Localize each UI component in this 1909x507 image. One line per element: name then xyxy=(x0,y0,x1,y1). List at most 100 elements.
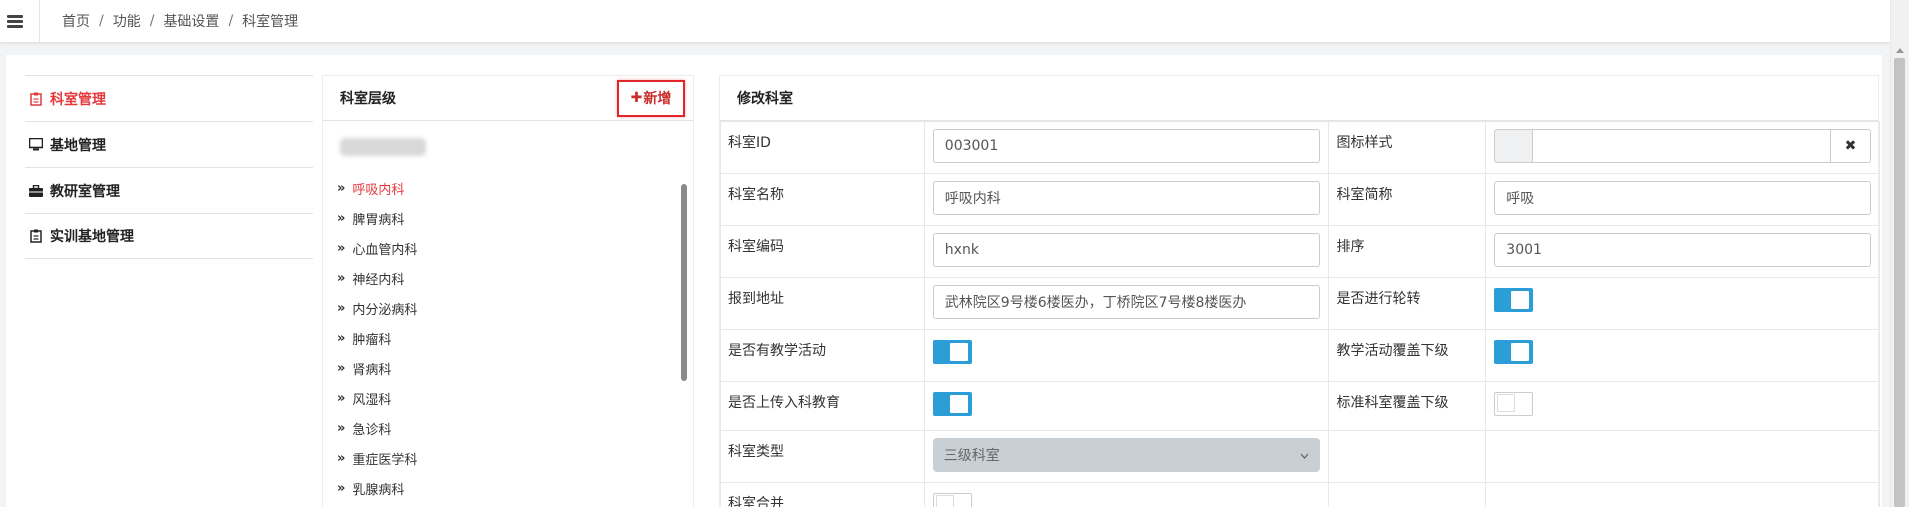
briefcase-icon xyxy=(29,184,43,198)
dept-name-input[interactable]: 呼吸内科 xyxy=(932,181,1321,215)
plus-icon: ✚ xyxy=(630,90,643,106)
teaching-cover-label: 教学活动覆盖下级 xyxy=(1328,329,1487,382)
top-bar: 首页 / 功能 / 基础设置 / 科室管理 xyxy=(0,0,1890,43)
breadcrumb-current: 科室管理 xyxy=(242,14,299,30)
nav-item-teaching-office[interactable]: 教研室管理 xyxy=(25,167,313,213)
std-cover-label: 标准科室覆盖下级 xyxy=(1328,381,1487,431)
double-chevron-icon: » xyxy=(337,360,346,376)
add-button-label: 新增 xyxy=(643,91,672,107)
rotation-label: 是否进行轮转 xyxy=(1328,277,1487,330)
dept-tree-panel: 科室层级 ✚ 新增 » 呼吸内科 » 脾胃病科 » 心血管内科 » 神经内科 » 内分泌病… xyxy=(322,75,694,507)
double-chevron-icon: » xyxy=(337,450,346,466)
add-button[interactable]: ✚ 新增 xyxy=(617,79,685,117)
monitor-icon xyxy=(29,138,43,152)
clear-icon-button[interactable]: ✖ xyxy=(1831,129,1871,163)
sort-label: 排序 xyxy=(1328,225,1487,278)
main-panel: 科室管理 基地管理 教研室管理 实训基地管理 科室层级 ✚ 新增 » 呼吸内科 … xyxy=(6,55,1882,507)
page-scrollbar[interactable] xyxy=(1890,0,1909,507)
menu-icon[interactable] xyxy=(7,14,23,28)
tree-item[interactable]: » 呼吸内科 xyxy=(337,173,417,203)
icon-style-picker: ✖ xyxy=(1494,129,1871,163)
breadcrumb: 首页 / 功能 / 基础设置 / 科室管理 xyxy=(39,0,298,43)
breadcrumb-home[interactable]: 首页 xyxy=(62,11,90,31)
double-chevron-icon: » xyxy=(337,180,346,196)
empty-cell xyxy=(1485,430,1880,483)
breadcrumb-basic-settings[interactable]: 基础设置 xyxy=(163,11,219,31)
tree-item[interactable]: » 肿瘤科 xyxy=(337,323,417,353)
empty-cell xyxy=(1328,430,1487,483)
tree-item[interactable]: » 肾病科 xyxy=(337,353,417,383)
tree-item[interactable]: » 神经内科 xyxy=(337,263,417,293)
nav-item-label: 实训基地管理 xyxy=(50,229,134,245)
merge-label: 科室合并 xyxy=(720,482,925,507)
breadcrumb-function[interactable]: 功能 xyxy=(113,11,141,31)
tree-list: » 呼吸内科 » 脾胃病科 » 心血管内科 » 神经内科 » 内分泌病科 » 肿瘤科 » 肾病… xyxy=(337,173,417,503)
tree-root-node[interactable] xyxy=(340,138,426,156)
dept-code-label: 科室编码 xyxy=(720,225,925,278)
nav-item-label: 教研室管理 xyxy=(50,183,120,200)
tree-item-label: 风湿科 xyxy=(352,392,392,408)
tree-item[interactable]: » 急诊科 xyxy=(337,413,417,443)
chevron-down-icon xyxy=(1300,447,1309,463)
double-chevron-icon: » xyxy=(337,330,346,346)
tree-item[interactable]: » 重症医学科 xyxy=(337,443,417,473)
dept-id-input[interactable]: 003001 xyxy=(932,129,1321,163)
merge-toggle[interactable] xyxy=(932,493,972,507)
left-nav: 科室管理 基地管理 教研室管理 实训基地管理 xyxy=(25,75,313,259)
dept-type-select[interactable]: 三级科室 xyxy=(932,438,1321,472)
dept-id-label: 科室ID xyxy=(720,121,925,174)
icon-preview[interactable] xyxy=(1494,129,1533,163)
tree-title: 科室层级 xyxy=(340,91,396,107)
breadcrumb-separator: / xyxy=(228,13,234,29)
address-input[interactable]: 武林院区9号楼6楼医办，丁桥院区7号楼8楼医办 xyxy=(932,285,1321,319)
clipboard-icon xyxy=(29,229,43,243)
tree-item[interactable]: » 内分泌病科 xyxy=(337,293,417,323)
double-chevron-icon: » xyxy=(337,480,346,496)
nav-item-label: 基地管理 xyxy=(50,137,106,154)
double-chevron-icon: » xyxy=(337,420,346,436)
upload-label: 是否上传入科教育 xyxy=(720,381,925,431)
upload-toggle[interactable] xyxy=(932,392,972,416)
breadcrumb-separator: / xyxy=(149,13,155,29)
clipboard-icon xyxy=(29,92,43,106)
dept-type-value: 三级科室 xyxy=(943,448,1000,464)
nav-item-base-management[interactable]: 基地管理 xyxy=(25,121,313,167)
tree-item[interactable]: » 风湿科 xyxy=(337,383,417,413)
rotation-toggle[interactable] xyxy=(1494,288,1534,312)
teaching-label: 是否有教学活动 xyxy=(720,329,925,382)
nav-item-label: 科室管理 xyxy=(50,91,106,108)
std-cover-toggle[interactable] xyxy=(1494,392,1534,416)
double-chevron-icon: » xyxy=(337,210,346,226)
tree-item-label: 肿瘤科 xyxy=(352,332,392,348)
teaching-cover-toggle[interactable] xyxy=(1494,340,1534,364)
dept-name-label: 科室名称 xyxy=(720,173,925,226)
tree-item[interactable]: » 脾胃病科 xyxy=(337,203,417,233)
nav-item-dept-management[interactable]: 科室管理 xyxy=(25,75,313,121)
tree-header: 科室层级 ✚ 新增 xyxy=(323,76,693,121)
tree-item-label: 内分泌病科 xyxy=(352,302,418,318)
teaching-toggle[interactable] xyxy=(932,340,972,364)
dept-short-input[interactable]: 呼吸 xyxy=(1494,181,1871,215)
double-chevron-icon: » xyxy=(337,240,346,256)
empty-cell xyxy=(1485,482,1880,507)
double-chevron-icon: » xyxy=(337,300,346,316)
nav-item-training-base[interactable]: 实训基地管理 xyxy=(25,213,313,259)
scrollbar-thumb[interactable] xyxy=(1894,58,1905,507)
tree-item[interactable]: » 心血管内科 xyxy=(337,233,417,263)
tree-item-label: 重症医学科 xyxy=(352,452,418,468)
tree-item-label: 脾胃病科 xyxy=(352,212,405,228)
dept-code-input[interactable]: hxnk xyxy=(932,233,1321,267)
edit-dept-panel: 修改科室 科室ID 003001 图标样式 ✖ 科室名称 呼吸内科 科室简称 呼 xyxy=(719,75,1880,507)
icon-style-input[interactable] xyxy=(1532,129,1831,163)
tree-item-label: 神经内科 xyxy=(352,272,405,288)
edit-form-table: 科室ID 003001 图标样式 ✖ 科室名称 呼吸内科 科室简称 呼吸 科室编… xyxy=(720,121,1880,507)
tree-item-label: 呼吸内科 xyxy=(352,182,405,198)
scroll-up-arrow-icon[interactable] xyxy=(1896,48,1904,53)
address-label: 报到地址 xyxy=(720,277,925,330)
tree-scrollbar-thumb[interactable] xyxy=(681,184,687,381)
dept-short-label: 科室简称 xyxy=(1328,173,1487,226)
tree-item[interactable]: » 乳腺病科 xyxy=(337,473,417,503)
empty-cell xyxy=(1328,482,1487,507)
sort-input[interactable]: 3001 xyxy=(1494,233,1871,267)
double-chevron-icon: » xyxy=(337,270,346,286)
